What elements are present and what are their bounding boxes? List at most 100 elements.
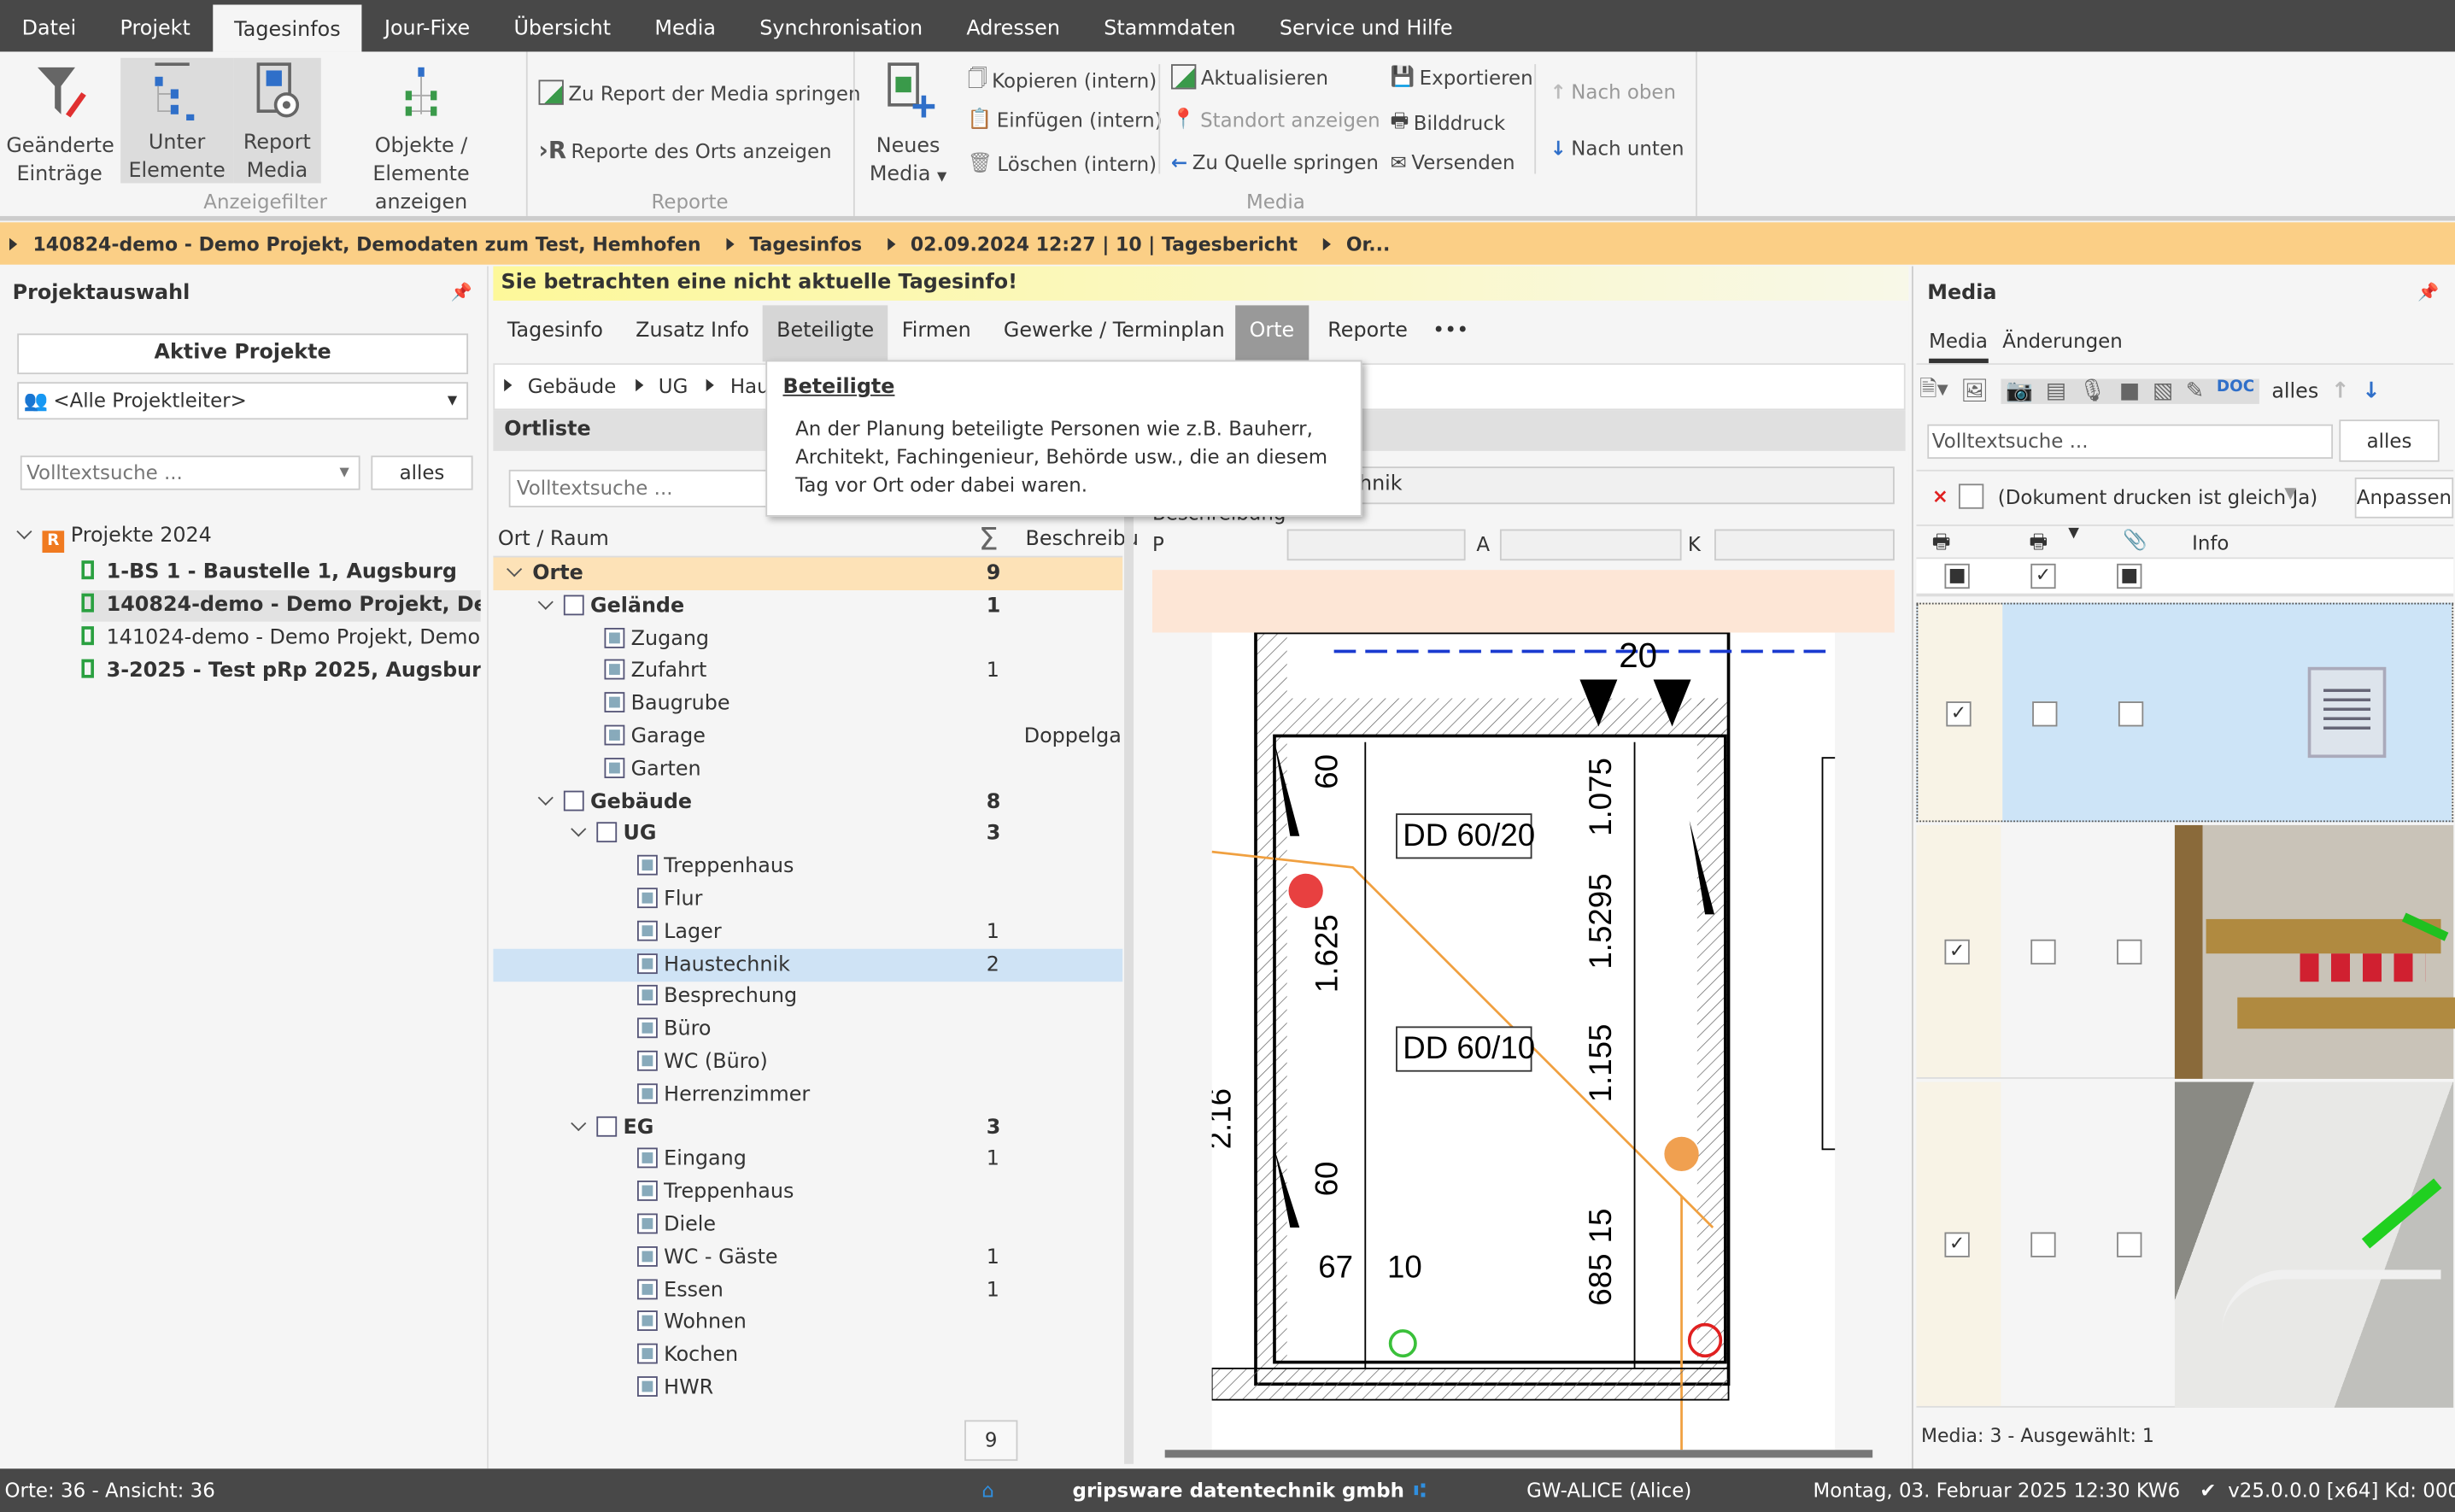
image-print-column-icon[interactable]: 🖶 — [2029, 528, 2048, 560]
move-up-button[interactable]: ↑ Nach oben — [1550, 79, 1676, 103]
p-field[interactable] — [1286, 529, 1466, 561]
all-filter-button[interactable]: alles — [2271, 379, 2318, 402]
breadcrumb-item[interactable]: 02.09.2024 12:27 | 10 | Tagesbericht — [911, 232, 1298, 255]
breadcrumb-item[interactable]: Or... — [1346, 232, 1390, 255]
show-reports-button[interactable]: ›R Reporte des Orts anzeigen — [539, 136, 832, 164]
tab-2[interactable]: Beteiligte — [762, 305, 888, 362]
tab-6[interactable]: Reporte — [1314, 305, 1422, 361]
sum-icon[interactable]: Σ — [979, 523, 999, 554]
arrow-up-icon[interactable]: ↑ — [2331, 379, 2350, 404]
media-thumbnail-cell[interactable] — [2174, 1081, 2454, 1408]
menu-3[interactable]: Jour-Fixe — [362, 0, 492, 51]
tree-row[interactable]: Kochen — [493, 1339, 1122, 1371]
pin-icon[interactable]: 📌 — [451, 282, 472, 302]
chevron-down-icon[interactable] — [537, 594, 554, 610]
report-media-button[interactable]: Report Media — [233, 57, 321, 184]
network-icon[interactable]: ⑆ — [1414, 1478, 1426, 1501]
project-item[interactable]: 141024-demo - Demo Projekt, Demoda — [81, 623, 481, 654]
media-row[interactable]: ✓ — [1916, 824, 2455, 1079]
tree-row[interactable]: Diele — [493, 1209, 1122, 1241]
tree-row[interactable]: Essen 1 — [493, 1274, 1122, 1306]
image-print-button[interactable]: 🖶 Bilddruck — [1391, 107, 1506, 139]
col-info[interactable]: Info — [2192, 530, 2229, 554]
paste-internal-button[interactable]: 📋 Einfügen (intern) — [968, 107, 1163, 132]
tree-row[interactable]: HWR — [493, 1372, 1122, 1404]
home-icon[interactable]: ⌂ — [981, 1478, 994, 1501]
location-name-field[interactable]: hnik — [1352, 466, 1895, 505]
refresh-button[interactable]: Aktualisieren — [1171, 64, 1328, 90]
tree-row[interactable]: Herrenzimmer — [493, 1079, 1122, 1111]
k-field[interactable] — [1714, 529, 1895, 561]
jump-report-button[interactable]: Zu Report der Media springen — [538, 79, 860, 105]
media-thumbnail-cell[interactable] — [2177, 605, 2455, 824]
floor-plan[interactable]: 20 60 DD 60/20 1.075 1.625 DD 60/10 1.5295 2.16… — [1211, 632, 1836, 1450]
project-leader-select[interactable]: 👥 <Alle Projektleiter> ▼ — [17, 382, 469, 420]
project-search-input[interactable]: Volltextsuche ... ▼ — [20, 455, 360, 490]
export-button[interactable]: 💾 Exportieren — [1391, 64, 1533, 89]
tree-row[interactable]: Zufahrt 1 — [493, 655, 1122, 688]
a-field[interactable] — [1499, 529, 1682, 561]
show-location-button[interactable]: 📍 Standort anzeigen — [1171, 107, 1380, 132]
menu-7[interactable]: Adressen — [945, 0, 1082, 51]
tab-4[interactable]: Gewerke / Terminplan — [989, 305, 1239, 361]
doc-icon[interactable]: DOC — [2217, 379, 2254, 404]
tab-0[interactable]: Tagesinfo — [493, 305, 617, 361]
tree-row[interactable]: Lager 1 — [493, 916, 1122, 948]
delete-internal-button[interactable]: 🗑 Löschen (intern) — [968, 150, 1157, 175]
filter-checkbox-indeterminate[interactable]: ■ — [1944, 563, 1970, 589]
tree-row[interactable]: Treppenhaus — [493, 1176, 1122, 1209]
print-checkbox[interactable]: ✓ — [1944, 939, 1970, 965]
tree-row[interactable]: Gelände 1 — [493, 590, 1122, 623]
tab-3[interactable]: Firmen — [888, 305, 985, 361]
attachment-checkbox[interactable] — [2117, 1232, 2142, 1257]
tree-row[interactable]: Baugrube — [493, 688, 1122, 720]
tab-aenderungen[interactable]: Änderungen — [2002, 329, 2122, 352]
media-row[interactable]: ✓ — [1916, 1081, 2454, 1408]
attachment-checkbox[interactable] — [2118, 701, 2144, 727]
breadcrumb-item[interactable]: 140824-demo - Demo Projekt, Demodaten zu… — [32, 232, 700, 255]
copy-internal-button[interactable]: 🗍 Kopieren (intern) — [968, 64, 1157, 97]
menu-9[interactable]: Service und Hilfe — [1257, 0, 1474, 51]
menu-6[interactable]: Synchronisation — [738, 0, 945, 51]
media-thumbnail-cell[interactable] — [2174, 824, 2455, 1079]
video-icon[interactable]: ■ — [2119, 379, 2140, 404]
changed-entries-button[interactable]: Geänderte Einträge — [6, 61, 114, 186]
splitter[interactable] — [1124, 454, 1134, 1464]
active-projects-button[interactable]: Aktive Projekte — [17, 333, 469, 375]
menu-5[interactable]: Media — [633, 0, 738, 51]
breadcrumb-item[interactable]: Tagesinfos — [749, 232, 862, 255]
menu-8[interactable]: Stammdaten — [1082, 0, 1258, 51]
attachment-checkbox[interactable] — [2117, 939, 2142, 965]
col-ort[interactable]: Ort / Raum — [498, 523, 609, 557]
ortliste-search-input[interactable]: Volltextsuche ... — [508, 469, 776, 507]
tree-row[interactable]: UG 3 — [493, 818, 1122, 850]
menu-1[interactable]: Projekt — [98, 0, 213, 51]
all-button[interactable]: alles — [371, 455, 473, 490]
tab-1[interactable]: Zusatz Info — [622, 305, 764, 361]
image-print-checkbox[interactable] — [2030, 939, 2056, 965]
tree-row[interactable]: Haustechnik 2 — [493, 947, 1123, 982]
image-refresh-icon[interactable]: 🖼 — [1960, 379, 1989, 404]
project-item[interactable]: 140824-demo - Demo Projekt, Demo — [81, 590, 481, 622]
tree-row[interactable]: Besprechung — [493, 981, 1122, 1013]
tree-row[interactable]: Eingang 1 — [493, 1144, 1122, 1176]
project-item[interactable]: 1-BS 1 - Baustelle 1, Augsburg — [81, 558, 480, 589]
menu-0[interactable]: Datei — [0, 0, 98, 51]
move-down-button[interactable]: ↓ Nach unten — [1550, 136, 1685, 159]
print-checkbox[interactable]: ✓ — [1944, 1232, 1970, 1257]
add-media-icon[interactable]: 🗎▾ — [1919, 372, 1948, 410]
project-item[interactable]: 3-2025 - Test pRp 2025, Augsburg — [81, 656, 481, 688]
chevron-down-icon[interactable] — [537, 789, 554, 806]
filter-icon[interactable]: ▼ — [2284, 485, 2296, 502]
image-print-checkbox[interactable] — [2030, 1232, 2056, 1257]
tree-row[interactable]: Flur — [493, 883, 1122, 916]
tree-row[interactable]: Büro — [493, 1013, 1122, 1046]
menu-2[interactable]: Tagesinfos — [212, 4, 363, 52]
chevron-down-icon[interactable] — [16, 524, 32, 540]
tree-row[interactable]: Orte 9 — [493, 557, 1123, 591]
filter-checkbox-indeterminate[interactable]: ■ — [2117, 563, 2142, 589]
microphone-icon[interactable]: 🎙 — [2079, 379, 2107, 404]
filter-enable-checkbox[interactable] — [1958, 483, 1984, 509]
path-item[interactable]: Hau — [730, 374, 770, 397]
horizontal-scrollbar[interactable] — [1164, 1450, 1873, 1458]
